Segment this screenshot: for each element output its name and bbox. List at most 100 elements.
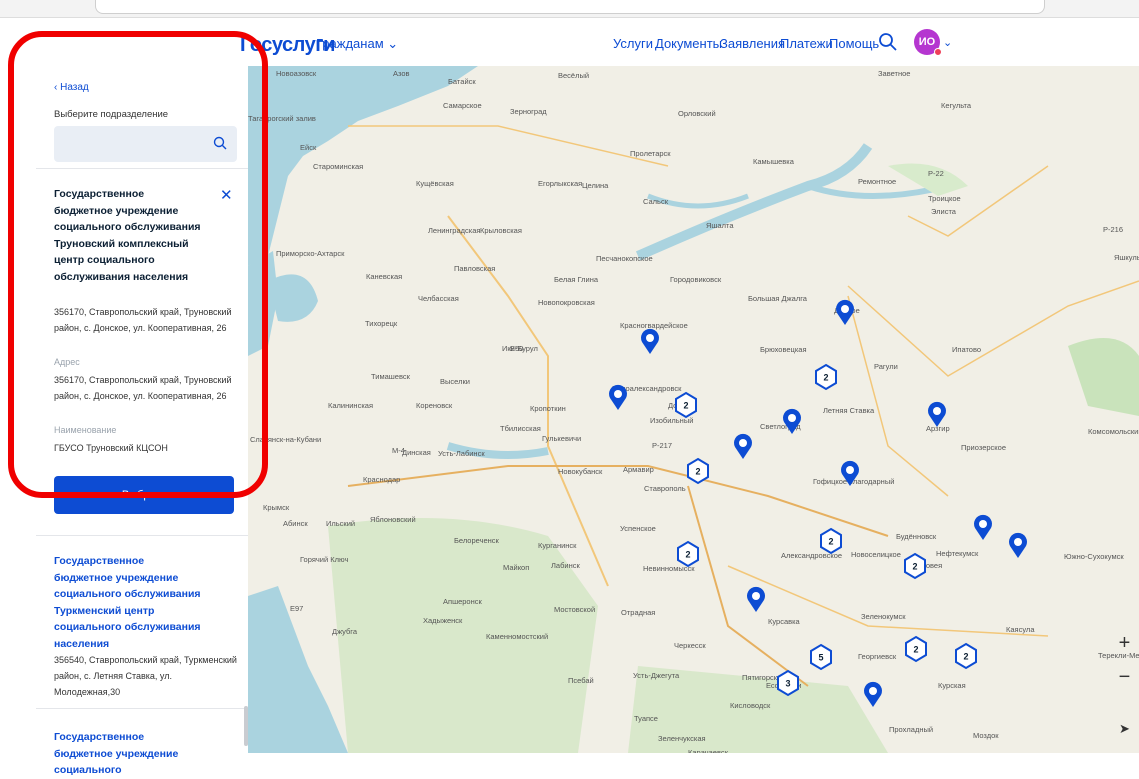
map-label: Белая Глина — [554, 275, 599, 284]
map-label: Целина — [582, 181, 609, 190]
cluster-marker[interactable]: 2 — [955, 642, 977, 670]
list-item-title[interactable]: Государственное бюджетное учреждение соц… — [54, 729, 204, 779]
map-label: Ипатово — [952, 345, 981, 354]
chevron-down-icon[interactable]: ⌄ — [943, 36, 952, 49]
address-bar[interactable] — [95, 0, 1045, 14]
map-label: Таганрогский залив — [248, 114, 316, 123]
map-label: Приморско-Ахтарск — [276, 249, 345, 258]
cluster-marker[interactable]: 2 — [904, 552, 926, 580]
map-label: Е50 — [510, 344, 523, 353]
location-pin-icon[interactable] — [641, 328, 659, 354]
cluster-marker[interactable]: 3 — [777, 669, 799, 697]
map-label: М-4 — [392, 446, 405, 455]
map-label: Будённовск — [896, 532, 937, 541]
location-pin-icon[interactable] — [609, 384, 627, 410]
list-item-title[interactable]: Государственное бюджетное учреждение соц… — [54, 553, 204, 652]
cluster-count: 2 — [913, 645, 918, 655]
map-label: Каясула — [1006, 625, 1035, 634]
cluster-marker[interactable]: 2 — [820, 527, 842, 555]
map-label: Комсомольский — [1088, 427, 1139, 436]
address-label: Адрес — [54, 357, 80, 367]
map-label: Кропоткин — [530, 404, 566, 413]
cluster-marker[interactable]: 2 — [905, 635, 927, 663]
zoom-out-button[interactable]: − — [1110, 662, 1139, 692]
search-icon[interactable] — [213, 136, 227, 150]
map-label: Р-216 — [1103, 225, 1123, 234]
sidebar-scrollbar[interactable] — [244, 706, 248, 746]
location-pin-icon[interactable] — [734, 433, 752, 459]
cluster-count: 2 — [912, 562, 917, 572]
map-label: Зеленчукская — [658, 734, 706, 743]
cluster-marker[interactable]: 2 — [677, 540, 699, 568]
map-label: Краснодар — [363, 475, 400, 484]
map-label: Большая Джалга — [748, 294, 808, 303]
logo-part1: Гос — [240, 34, 272, 56]
site-header — [0, 18, 1139, 66]
map-label: Камышевка — [753, 157, 795, 166]
map-label: Новопокровская — [538, 298, 595, 307]
cluster-marker[interactable]: 2 — [815, 363, 837, 391]
map-label: Яблоновский — [370, 515, 416, 524]
cluster-marker[interactable]: 2 — [675, 391, 697, 419]
map-label: Хадыженск — [423, 616, 463, 625]
map[interactable]: Азов Батайск Весёлый Заветное Самарское Зерно… — [248, 66, 1139, 753]
location-pin-icon[interactable] — [747, 586, 765, 612]
map-label: Георгиевск — [858, 652, 897, 661]
map-label: Джубга — [332, 627, 358, 636]
map-label: Кореновск — [416, 401, 453, 410]
map-label: Усть-Лабинск — [438, 449, 485, 458]
audience-label: Гражданам — [316, 36, 384, 51]
nav-help[interactable]: Помощь — [829, 36, 879, 51]
map-label: Кисловодск — [730, 701, 771, 710]
map-label: Зеленокумск — [861, 612, 906, 621]
map-label: Славянск-на-Кубани — [250, 435, 321, 444]
close-icon[interactable]: ✕ — [220, 186, 233, 204]
cluster-count: 5 — [818, 653, 823, 663]
map-label: Р-217 — [652, 441, 672, 450]
map-label: Тимашевск — [371, 372, 411, 381]
nav-payments[interactable]: Платежи — [780, 36, 833, 51]
map-label: Ейск — [300, 143, 317, 152]
cluster-count: 2 — [683, 401, 688, 411]
nav-applications[interactable]: Заявления — [720, 36, 785, 51]
map-label: Каменномостский — [486, 632, 548, 641]
list-item-address: 356540, Ставропольский край, Туркменский… — [54, 655, 237, 697]
location-pin-icon[interactable] — [835, 299, 854, 325]
select-department-label: Выберите подразделение — [54, 109, 169, 120]
map-label: Черкесск — [674, 641, 706, 650]
map-label: Туапсе — [634, 714, 658, 723]
nav-documents[interactable]: Документы — [655, 36, 722, 51]
zoom-in-button[interactable]: + — [1110, 628, 1139, 658]
map-label: Белореченск — [454, 536, 500, 545]
map-label: Апшеронск — [443, 597, 482, 606]
map-label: Гулькевичи — [542, 434, 581, 443]
map-label: Курсавка — [768, 617, 801, 626]
map-label: Тбилисская — [500, 424, 541, 433]
cluster-marker[interactable]: 2 — [687, 457, 709, 485]
map-label: Новоазовск — [276, 69, 317, 78]
search-icon[interactable] — [878, 32, 898, 52]
map-label: Крыловская — [480, 226, 522, 235]
locate-icon[interactable]: ➤ — [1110, 714, 1139, 744]
map-label: Рагули — [874, 362, 898, 371]
location-pin-icon[interactable] — [974, 514, 992, 540]
audience-dropdown[interactable]: Гражданам ⌄ — [316, 36, 398, 52]
map-label: Кегульта — [941, 101, 972, 110]
cluster-count: 2 — [685, 550, 690, 560]
location-pin-icon[interactable] — [1009, 532, 1027, 558]
map-label: Ремонтное — [858, 177, 896, 186]
map-label: Ставрополь — [644, 484, 686, 493]
map-label: Тихорецк — [365, 319, 398, 328]
map-label: Яшкуль — [1114, 253, 1139, 262]
map-label: Приозерское — [961, 443, 1006, 452]
cluster-count: 2 — [963, 652, 968, 662]
map-canvas[interactable]: Азов Батайск Весёлый Заветное Самарское Зерно… — [248, 66, 1139, 753]
location-pin-icon[interactable] — [864, 681, 882, 707]
notification-dot — [934, 48, 942, 56]
nav-services[interactable]: Услуги — [613, 36, 653, 51]
cluster-marker[interactable]: 5 — [810, 643, 832, 671]
back-link[interactable]: ‹ Назад — [54, 82, 89, 93]
selected-card-address-short: 356170, Ставропольский край, Труновский … — [54, 307, 232, 333]
department-search-input[interactable] — [54, 126, 237, 162]
select-button[interactable]: Выбрать — [54, 476, 234, 514]
